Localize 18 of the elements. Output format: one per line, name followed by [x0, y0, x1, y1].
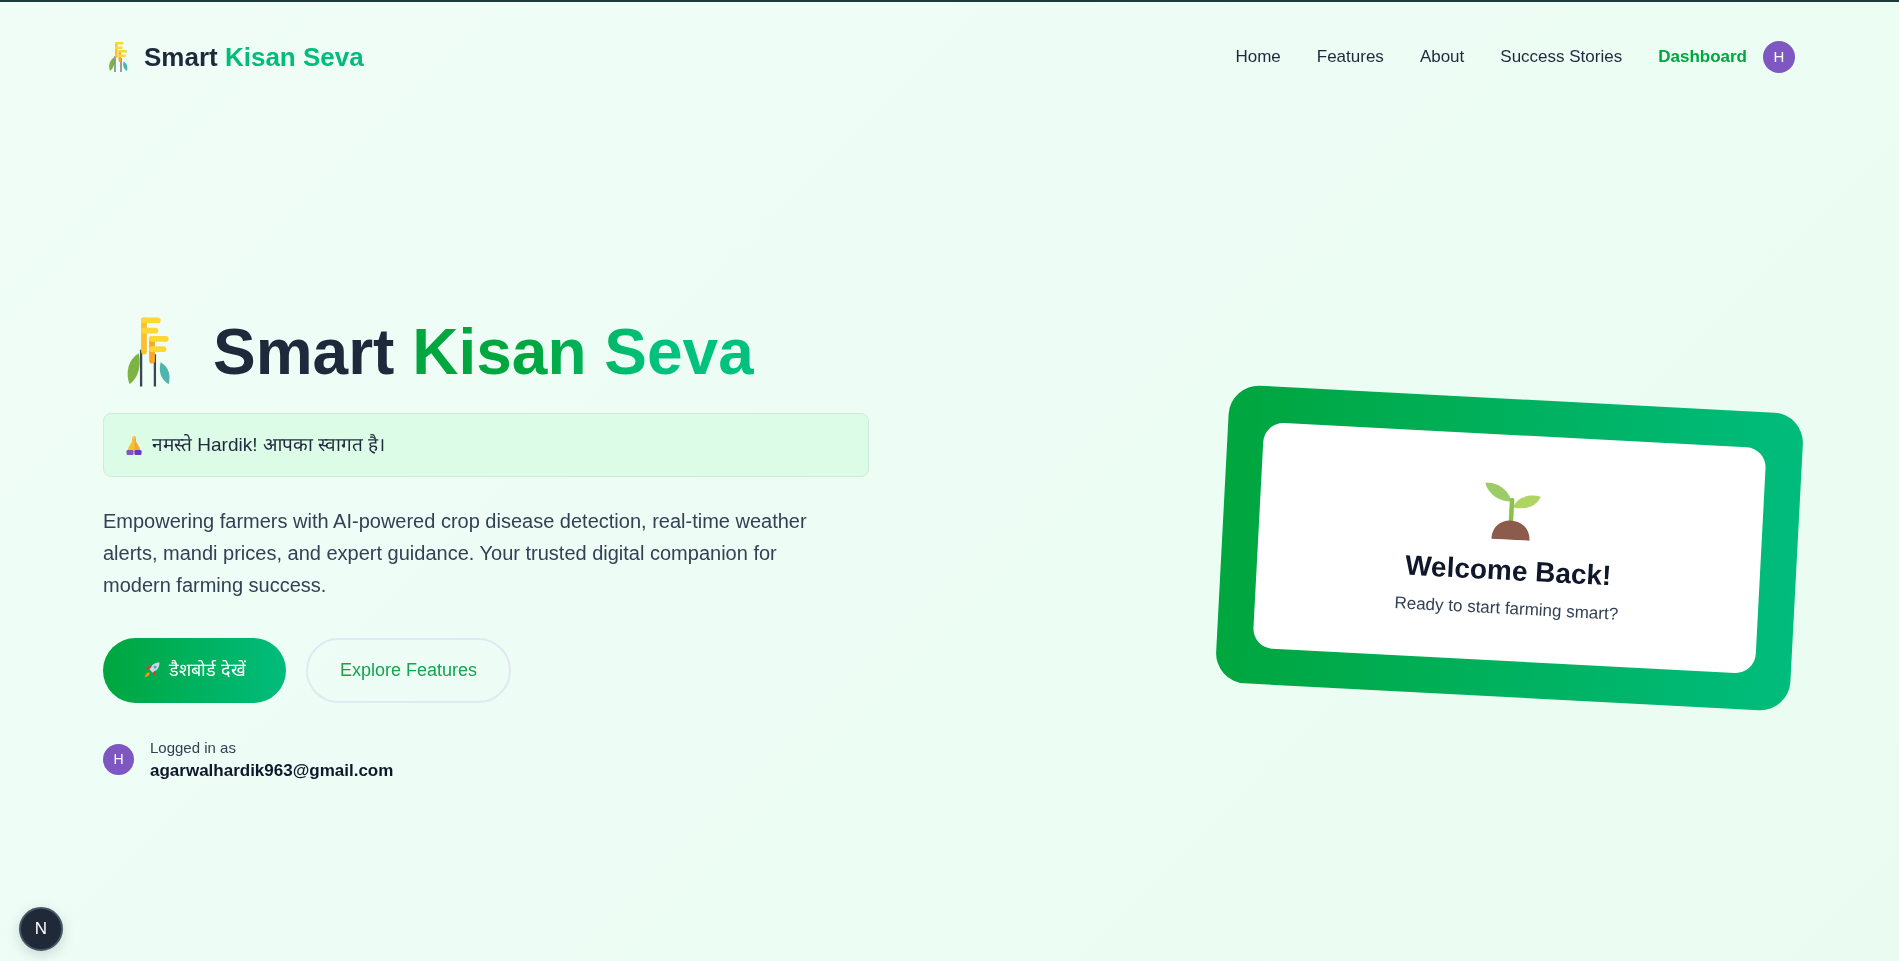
nav-link[interactable]: Success Stories: [1500, 44, 1623, 70]
logged-in-label: Logged in as: [150, 738, 237, 757]
user-avatar: H: [103, 744, 134, 776]
greeting-text: नमस्ते Hardik! आपका स्वागत है।: [152, 432, 386, 457]
nav-link[interactable]: About: [1419, 44, 1465, 70]
wheat-plant-icon: [125, 317, 171, 388]
welcome-title: Welcome Back!: [1404, 548, 1613, 594]
praying-hands-icon: [124, 434, 144, 455]
user-email: agarwalhardik963@gmail.com: [150, 760, 394, 782]
welcome-subtitle: Ready to start farming smart?: [1393, 591, 1619, 626]
hero-description: Empowering farmers with AI-powered crop disease detection, real-time weather alerts, mandi prices, and expert guidance. Your trusted digital companion for modern farming success.: [103, 508, 808, 598]
brand-name[interactable]: Smart Kisan Seva: [144, 37, 364, 77]
wheat-plant-icon: [108, 42, 128, 72]
nav-link[interactable]: Home: [1235, 44, 1281, 70]
nav-link[interactable]: Features: [1316, 44, 1384, 70]
user-avatar[interactable]: H: [1763, 41, 1795, 73]
dev-tools-button[interactable]: N: [19, 907, 63, 951]
rocket-icon: [143, 661, 161, 680]
